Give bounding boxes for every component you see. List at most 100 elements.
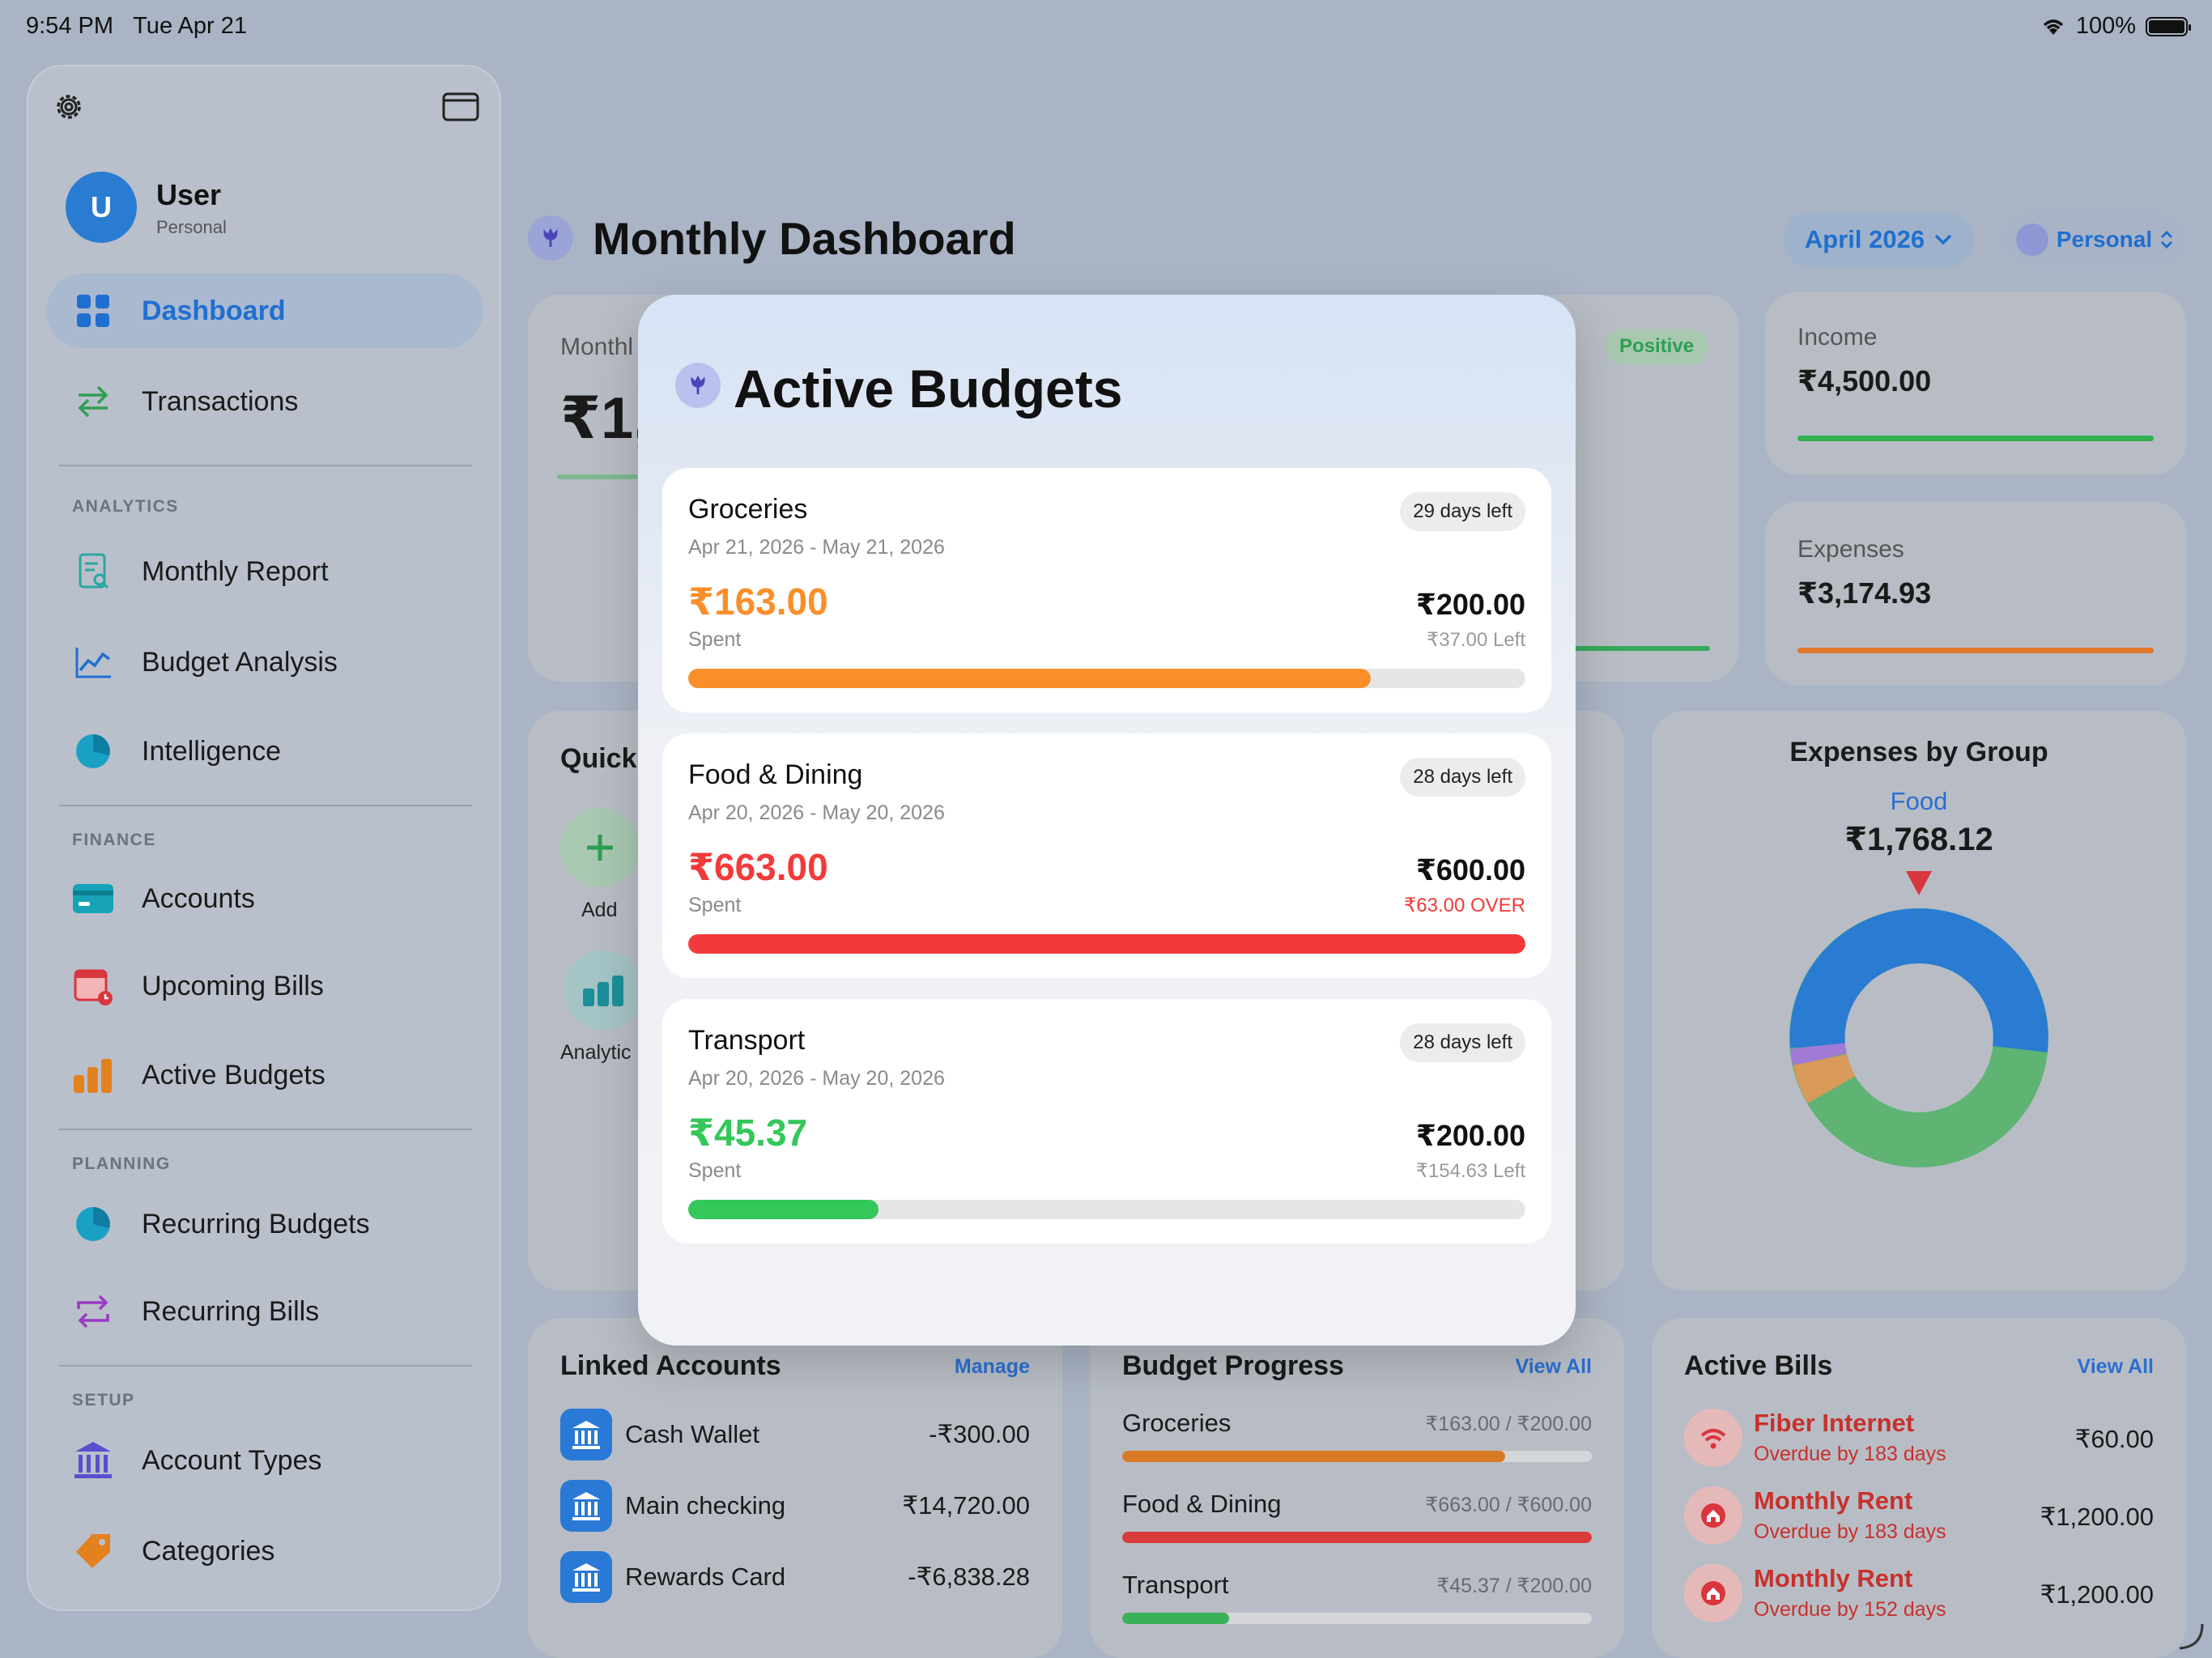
- sidebar-item-dashboard[interactable]: Dashboard: [46, 274, 483, 348]
- sidebar-item-account-types[interactable]: Account Types: [46, 1423, 483, 1498]
- profile-logo-icon: [2015, 223, 2048, 256]
- house-icon: [1684, 1564, 1742, 1622]
- days-left-badge: 29 days left: [1400, 492, 1525, 531]
- view-all-bills-link[interactable]: View All: [2078, 1355, 2154, 1379]
- sidebar-item-label: Recurring Bills: [142, 1295, 320, 1327]
- section-finance: FINANCE: [72, 831, 156, 849]
- budget-limit: ₹200.00: [1415, 1119, 1525, 1152]
- manage-link[interactable]: Manage: [955, 1355, 1030, 1379]
- status-right: 100%: [2040, 13, 2191, 40]
- account-name: Rewards Card: [625, 1562, 786, 1591]
- linked-accounts-title: Linked Accounts: [560, 1350, 781, 1381]
- budget-progress-bar: [688, 934, 1525, 954]
- profile-selector[interactable]: Personal: [2003, 212, 2186, 267]
- user-profile: Personal: [156, 217, 227, 237]
- credit-card-icon: [70, 876, 116, 921]
- budget-card-transport[interactable]: Transport Apr 20, 2026 - May 20, 2026 28…: [662, 999, 1551, 1244]
- expenses-label: Expenses: [1797, 536, 1904, 563]
- budget-progress-fill: [688, 1200, 878, 1219]
- spent-label: Spent: [688, 894, 742, 916]
- income-label: Income: [1797, 324, 1878, 351]
- bill-amount: ₹60.00: [2074, 1425, 2154, 1453]
- sidebar-item-monthly-report[interactable]: Monthly Report: [46, 534, 483, 609]
- add-button[interactable]: [560, 808, 640, 887]
- calendar-icon: [70, 963, 116, 1009]
- selected-group-value: ₹1,768.12: [1844, 822, 1993, 857]
- account-amount: -₹300.00: [929, 1420, 1030, 1448]
- view-all-budgets-link[interactable]: View All: [1516, 1355, 1592, 1379]
- plus-icon: [587, 835, 613, 861]
- budget-progress-fill: [1122, 1532, 1592, 1543]
- status-bar: 9:54 PM Tue Apr 21 100%: [0, 0, 2212, 52]
- budget-progress-fill: [1122, 1613, 1229, 1624]
- budget-name: Transport: [688, 1025, 806, 1056]
- battery-icon: [2146, 16, 2191, 36]
- budget-progress-bar: [688, 1200, 1525, 1219]
- resize-handle-icon[interactable]: [2173, 1619, 2206, 1652]
- wifi-icon: [1684, 1409, 1742, 1467]
- sidebar-item-intelligence[interactable]: Intelligence: [46, 714, 483, 789]
- battery-percent: 100%: [2075, 13, 2136, 39]
- budget-progress-fill: [688, 934, 1525, 954]
- donut-chart[interactable]: [1789, 908, 2048, 1167]
- sidebar-item-label: Monthly Report: [142, 555, 329, 587]
- sidebar-item-label: Dashboard: [142, 295, 286, 326]
- account-amount: -₹6,838.28: [908, 1562, 1030, 1591]
- divider: [59, 1129, 472, 1130]
- sidebar-item-budget-analysis[interactable]: Budget Analysis: [46, 625, 483, 699]
- sidebar-item-accounts[interactable]: Accounts: [46, 861, 483, 936]
- month-label: April 2026: [1804, 225, 1925, 253]
- sidebar-item-active-budgets[interactable]: Active Budgets: [46, 1038, 483, 1112]
- budget-remaining: ₹154.63 Left: [1415, 1160, 1525, 1182]
- sidebar-item-upcoming-bills[interactable]: Upcoming Bills: [46, 949, 483, 1023]
- user-name: User: [156, 178, 222, 211]
- bill-status: Overdue by 152 days: [1754, 1598, 1946, 1621]
- sidebar-item-label: Account Types: [142, 1444, 322, 1476]
- expenses-value: ₹3,174.93: [1797, 576, 1932, 610]
- wifi-icon: [2043, 19, 2064, 35]
- summary-trend-line: [557, 474, 638, 479]
- income-card: Income ₹4,500.00: [1765, 291, 2186, 474]
- repeat-icon: [70, 1289, 116, 1334]
- sidebar-item-categories[interactable]: Categories: [46, 1514, 483, 1588]
- status-time: 9:54 PM Tue Apr 21: [26, 13, 247, 39]
- gear-icon[interactable]: [49, 87, 88, 126]
- sidebar-toggle-icon[interactable]: [441, 87, 480, 126]
- summary-bottom-line: [1572, 646, 1710, 651]
- bill-status: Overdue by 183 days: [1754, 1443, 1946, 1465]
- sidebar: U User Personal Dashboard Transactions A…: [27, 65, 501, 1611]
- app-logo-icon: [675, 363, 721, 408]
- report-icon: [70, 549, 116, 594]
- expenses-card: Expenses ₹3,174.93: [1765, 502, 2186, 685]
- spent-amount: ₹163.00: [688, 580, 828, 623]
- sidebar-item-recurring-budgets[interactable]: Recurring Budgets: [46, 1187, 483, 1261]
- bill-name: Fiber Internet: [1754, 1409, 1915, 1437]
- page-title: Monthly Dashboard: [593, 213, 1016, 264]
- bank-icon: [560, 1480, 612, 1532]
- sidebar-item-label: Accounts: [142, 882, 255, 914]
- budget-progress-bar: [1122, 1532, 1592, 1543]
- account-name: Cash Wallet: [625, 1420, 759, 1448]
- budget-progress-title: Budget Progress: [1122, 1350, 1344, 1381]
- budget-dates: Apr 21, 2026 - May 21, 2026: [688, 536, 945, 559]
- tag-icon: [70, 1528, 116, 1574]
- chevron-down-icon: [1934, 234, 1952, 245]
- budget-card-food-dining[interactable]: Food & Dining Apr 20, 2026 - May 20, 202…: [662, 733, 1551, 978]
- sidebar-item-label: Upcoming Bills: [142, 970, 324, 1001]
- selected-group: Food: [1890, 787, 1948, 815]
- sidebar-item-transactions[interactable]: Transactions: [46, 364, 483, 439]
- bill-amount: ₹1,200.00: [2040, 1580, 2154, 1609]
- bank-icon: [70, 1438, 116, 1483]
- budget-progress-fill: [1122, 1451, 1505, 1462]
- spent-label: Spent: [688, 628, 742, 651]
- section-planning: PLANNING: [72, 1154, 171, 1173]
- app-logo-icon: [528, 215, 573, 261]
- month-selector[interactable]: April 2026: [1783, 212, 1974, 267]
- sidebar-item-recurring-bills[interactable]: Recurring Bills: [46, 1274, 483, 1349]
- avatar[interactable]: U: [66, 172, 137, 243]
- budget-card-groceries[interactable]: Groceries Apr 21, 2026 - May 21, 2026 29…: [662, 468, 1551, 712]
- income-value: ₹4,500.00: [1797, 364, 1932, 397]
- budget-dates: Apr 20, 2026 - May 20, 2026: [688, 1067, 945, 1090]
- expenses-by-group-card: Expenses by Group Food ₹1,768.12: [1652, 711, 2186, 1290]
- analytics-button[interactable]: [564, 950, 643, 1030]
